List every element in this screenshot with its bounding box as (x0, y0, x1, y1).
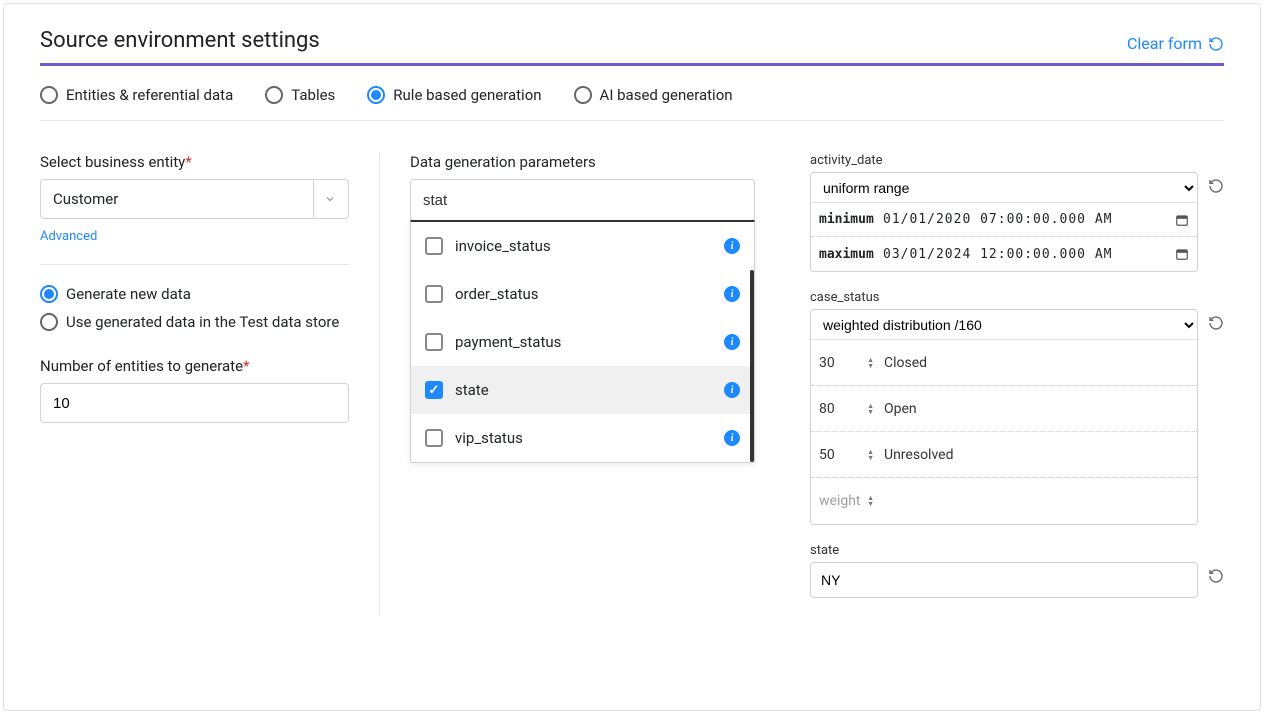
chevron-down-icon (313, 180, 336, 218)
radio-rule-based[interactable]: Rule based generation (367, 86, 541, 104)
checkbox-icon (425, 237, 443, 255)
settings-panel: Source environment settings Clear form E… (3, 3, 1261, 711)
select-entity-label: Select business entity* (40, 153, 349, 171)
reset-icon[interactable] (1208, 315, 1224, 331)
param-dropdown: invoice_status i order_status i payment_… (410, 220, 755, 463)
option-label: invoice_status (455, 237, 551, 255)
info-icon[interactable]: i (724, 382, 740, 398)
radio-ai-based[interactable]: AI based generation (574, 86, 733, 104)
business-entity-select[interactable]: Customer (40, 179, 349, 219)
checkbox-icon (425, 285, 443, 303)
case-status-label: case_status (810, 290, 1224, 305)
column-left: Select business entity* Customer Advance… (40, 153, 380, 616)
option-label: order_status (455, 285, 539, 303)
min-label: minimum (819, 212, 875, 227)
num-entities-input[interactable] (40, 383, 349, 423)
column-middle: Data generation parameters invoice_statu… (380, 153, 780, 616)
num-entities-label: Number of entities to generate* (40, 357, 349, 375)
radio-generate-new-label: Generate new data (66, 285, 191, 303)
max-value: 03/01/2024 12:00:00.000 AM (883, 247, 1167, 262)
checkbox-icon (425, 429, 443, 447)
info-icon[interactable]: i (724, 430, 740, 446)
weight-label: Unresolved (884, 447, 953, 463)
case-status-block: case_status weighted distribution /160 3… (810, 290, 1224, 525)
param-option-order-status[interactable]: order_status i (411, 270, 754, 318)
radio-rule-label: Rule based generation (393, 86, 541, 104)
state-block: state (810, 543, 1224, 598)
spinner-icon: ▲▼ (867, 449, 874, 461)
radio-ai-label: AI based generation (600, 86, 733, 104)
generation-type-radios: Entities & referential data Tables Rule … (40, 66, 1224, 121)
info-icon[interactable]: i (724, 334, 740, 350)
weight-row-new[interactable]: weight ▲▼ (811, 478, 1197, 524)
weight-value: 80 (819, 401, 835, 417)
required-mark: * (185, 153, 191, 171)
activity-date-min-row[interactable]: minimum 01/01/2020 07:00:00.000 AM (811, 203, 1197, 237)
calendar-icon (1175, 213, 1189, 227)
clear-form-button[interactable]: Clear form (1127, 34, 1224, 53)
weight-row-unresolved[interactable]: 50 ▲▼ Unresolved (811, 432, 1197, 478)
spinner-icon: ▲▼ (867, 403, 874, 415)
info-icon[interactable]: i (724, 238, 740, 254)
param-search-input[interactable] (410, 179, 755, 221)
reset-icon[interactable] (1208, 178, 1224, 194)
checkbox-checked-icon (425, 381, 443, 399)
radio-entities-label: Entities & referential data (66, 86, 233, 104)
spinner-icon: ▲▼ (867, 495, 874, 507)
panel-header: Source environment settings Clear form (40, 28, 1224, 66)
option-label: payment_status (455, 333, 561, 351)
columns: Select business entity* Customer Advance… (40, 121, 1224, 616)
radio-use-store[interactable]: Use generated data in the Test data stor… (40, 313, 349, 331)
weight-label: Open (884, 401, 917, 417)
max-label: maximum (819, 247, 875, 262)
param-option-state[interactable]: state i (411, 366, 754, 414)
required-mark: * (243, 357, 249, 375)
info-icon[interactable]: i (724, 286, 740, 302)
weight-label: Closed (884, 355, 927, 371)
state-label: state (810, 543, 1224, 558)
page-title: Source environment settings (40, 28, 320, 53)
radio-tables[interactable]: Tables (265, 86, 335, 104)
advanced-link[interactable]: Advanced (40, 229, 97, 244)
spinner-icon: ▲▼ (867, 357, 874, 369)
radio-circle-icon (367, 86, 385, 104)
radio-generate-new[interactable]: Generate new data (40, 285, 349, 303)
clear-form-label: Clear form (1127, 34, 1202, 53)
param-option-invoice-status[interactable]: invoice_status i (411, 222, 754, 270)
option-label: vip_status (455, 429, 523, 447)
checkbox-icon (425, 333, 443, 351)
radio-circle-icon (40, 285, 58, 303)
radio-use-store-label: Use generated data in the Test data stor… (66, 313, 339, 331)
scrollbar[interactable] (750, 270, 754, 462)
divider (40, 264, 349, 265)
radio-circle-icon (574, 86, 592, 104)
data-gen-params-title: Data generation parameters (410, 153, 750, 171)
state-input[interactable] (810, 562, 1198, 598)
undo-icon (1208, 36, 1224, 52)
radio-tables-label: Tables (291, 86, 335, 104)
activity-date-label: activity_date (810, 153, 1224, 168)
calendar-icon (1175, 247, 1189, 261)
weight-placeholder: weight (819, 493, 861, 509)
radio-circle-icon (40, 86, 58, 104)
option-label: state (455, 381, 489, 399)
activity-date-block: activity_date uniform range minimum 01/0… (810, 153, 1224, 272)
param-option-payment-status[interactable]: payment_status i (411, 318, 754, 366)
weight-value: 50 (819, 447, 835, 463)
reset-icon[interactable] (1208, 568, 1224, 584)
min-value: 01/01/2020 07:00:00.000 AM (883, 212, 1167, 227)
activity-date-max-row[interactable]: maximum 03/01/2024 12:00:00.000 AM (811, 237, 1197, 271)
radio-entities[interactable]: Entities & referential data (40, 86, 233, 104)
business-entity-value: Customer (53, 190, 118, 208)
case-status-mode-select[interactable]: weighted distribution /160 (811, 310, 1197, 340)
weight-value: 30 (819, 355, 835, 371)
data-mode-radios: Generate new data Use generated data in … (40, 285, 349, 331)
weight-row-open[interactable]: 80 ▲▼ Open (811, 386, 1197, 432)
radio-circle-icon (265, 86, 283, 104)
param-option-vip-status[interactable]: vip_status i (411, 414, 754, 462)
activity-date-mode-select[interactable]: uniform range (811, 173, 1197, 203)
column-right: activity_date uniform range minimum 01/0… (780, 153, 1224, 616)
weight-row-closed[interactable]: 30 ▲▼ Closed (811, 340, 1197, 386)
radio-circle-icon (40, 313, 58, 331)
